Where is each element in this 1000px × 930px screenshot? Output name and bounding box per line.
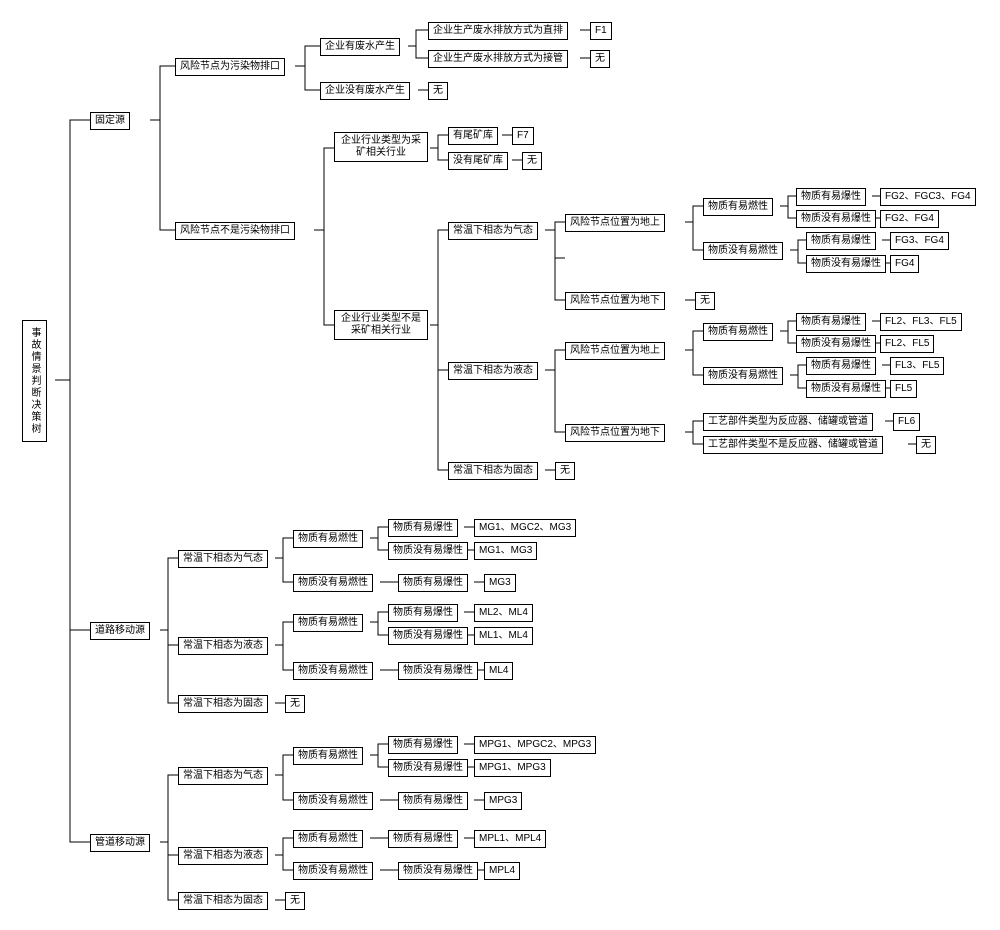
r-l-fy-en: 物质没有易爆性 — [388, 627, 468, 645]
mg3: MG3 — [484, 574, 516, 592]
f7: F7 — [512, 127, 534, 145]
src-pipe: 管道移动源 — [90, 834, 150, 852]
f-sol: 常温下相态为固态 — [448, 462, 538, 480]
fg4: FG4 — [890, 255, 919, 273]
f-notmining: 企业行业类型不是采矿相关行业 — [334, 310, 428, 340]
f-n2: 风险节点不是污染物排口 — [175, 222, 295, 240]
f-none2: 无 — [590, 50, 610, 68]
src-fixed: 固定源 — [90, 112, 130, 130]
f-l-flamy: 物质有易燃性 — [703, 323, 773, 341]
f-l-fn-en: 物质没有易爆性 — [806, 380, 886, 398]
f-g-fy-en: 物质没有易爆性 — [796, 210, 876, 228]
f-g-flamy: 物质有易燃性 — [703, 198, 773, 216]
p-g-fn-ey: 物质有易爆性 — [398, 792, 468, 810]
mpl1: MPL1、MPL4 — [474, 830, 546, 848]
f-direct: 企业生产废水排放方式为直排 — [428, 22, 568, 40]
mg1: MG1、MGC2、MG3 — [474, 519, 576, 537]
f-none3: 无 — [522, 152, 542, 170]
fg1: FG2、FGC3、FG4 — [880, 188, 976, 206]
r-g-fn: 物质没有易燃性 — [293, 574, 373, 592]
r-g-fy-ey: 物质有易爆性 — [388, 519, 458, 537]
mg2: MG1、MG3 — [474, 542, 537, 560]
decision-tree-root: 事故情景判断决策树 固定源 道路移动源 管道移动源 风险节点为污染物排口 风险节… — [0, 0, 1000, 930]
p-l-fn-en: 物质没有易爆性 — [398, 862, 478, 880]
f-proc-yes: 工艺部件类型为反应器、储罐或管道 — [703, 413, 873, 431]
p-g-fn: 物质没有易燃性 — [293, 792, 373, 810]
f-l-fy-ey: 物质有易爆性 — [796, 313, 866, 331]
src-road: 道路移动源 — [90, 622, 150, 640]
r-l-fn: 物质没有易燃性 — [293, 662, 373, 680]
f-l-fy-en: 物质没有易爆性 — [796, 335, 876, 353]
f-none1: 无 — [428, 82, 448, 100]
mpg3: MPG3 — [484, 792, 522, 810]
p-none: 无 — [285, 892, 305, 910]
f-l-flamn: 物质没有易燃性 — [703, 367, 783, 385]
f-gas: 常温下相态为气态 — [448, 222, 538, 240]
ml2: ML1、ML4 — [474, 627, 533, 645]
f-ww-yes: 企业有废水产生 — [320, 38, 400, 56]
f-g-fy-ey: 物质有易爆性 — [796, 188, 866, 206]
fl4: FL5 — [890, 380, 917, 398]
fl3: FL3、FL5 — [890, 357, 944, 375]
ml3: ML4 — [484, 662, 513, 680]
f-none5: 无 — [916, 436, 936, 454]
fl6: FL6 — [893, 413, 920, 431]
p-g-fy-en: 物质没有易爆性 — [388, 759, 468, 777]
f-liq: 常温下相态为液态 — [448, 362, 538, 380]
r-none: 无 — [285, 695, 305, 713]
mpg2: MPG1、MPG3 — [474, 759, 551, 777]
f-none4: 无 — [695, 292, 715, 310]
f-ww-no: 企业没有废水产生 — [320, 82, 410, 100]
f-g-fn-en: 物质没有易爆性 — [806, 255, 886, 273]
r-l-fn-en: 物质没有易爆性 — [398, 662, 478, 680]
f-tail-yes: 有尾矿库 — [448, 127, 498, 145]
f-g-flamn: 物质没有易燃性 — [703, 242, 783, 260]
p-g-fy-ey: 物质有易爆性 — [388, 736, 458, 754]
f-conn: 企业生产废水排放方式为接管 — [428, 50, 568, 68]
fg2: FG2、FG4 — [880, 210, 939, 228]
f-gas-posup: 风险节点位置为地上 — [565, 214, 665, 232]
r-g-fy: 物质有易燃性 — [293, 530, 363, 548]
r-sol: 常温下相态为固态 — [178, 695, 268, 713]
p-l-fy-ey: 物质有易爆性 — [388, 830, 458, 848]
f-none-sol: 无 — [555, 462, 575, 480]
f-gas-posdown: 风险节点位置为地下 — [565, 292, 665, 310]
mpg1: MPG1、MPGC2、MPG3 — [474, 736, 596, 754]
p-l-fy: 物质有易燃性 — [293, 830, 363, 848]
f-liq-posup: 风险节点位置为地上 — [565, 342, 665, 360]
fl2: FL2、FL5 — [880, 335, 934, 353]
p-sol: 常温下相态为固态 — [178, 892, 268, 910]
root-node: 事故情景判断决策树 — [22, 320, 47, 442]
f-proc-no: 工艺部件类型不是反应器、储罐或管道 — [703, 436, 883, 454]
r-gas: 常温下相态为气态 — [178, 550, 268, 568]
p-l-fn: 物质没有易燃性 — [293, 862, 373, 880]
r-g-fy-en: 物质没有易爆性 — [388, 542, 468, 560]
p-g-fy: 物质有易燃性 — [293, 747, 363, 765]
p-liq: 常温下相态为液态 — [178, 847, 268, 865]
ml1: ML2、ML4 — [474, 604, 533, 622]
f-liq-posdown: 风险节点位置为地下 — [565, 424, 665, 442]
r-l-fy-ey: 物质有易爆性 — [388, 604, 458, 622]
r-g-fn-ey: 物质有易爆性 — [398, 574, 468, 592]
f-tail-no: 没有尾矿库 — [448, 152, 508, 170]
p-gas: 常温下相态为气态 — [178, 767, 268, 785]
f-l-fn-ey: 物质有易爆性 — [806, 357, 876, 375]
fl1: FL2、FL3、FL5 — [880, 313, 962, 331]
fg3: FG3、FG4 — [890, 232, 949, 250]
f-mining: 企业行业类型为采矿相关行业 — [334, 132, 428, 162]
f-g-fn-ey: 物质有易爆性 — [806, 232, 876, 250]
r-l-fy: 物质有易燃性 — [293, 614, 363, 632]
f1: F1 — [590, 22, 612, 40]
f-n1: 风险节点为污染物排口 — [175, 58, 285, 76]
mpl2: MPL4 — [484, 862, 520, 880]
r-liq: 常温下相态为液态 — [178, 637, 268, 655]
